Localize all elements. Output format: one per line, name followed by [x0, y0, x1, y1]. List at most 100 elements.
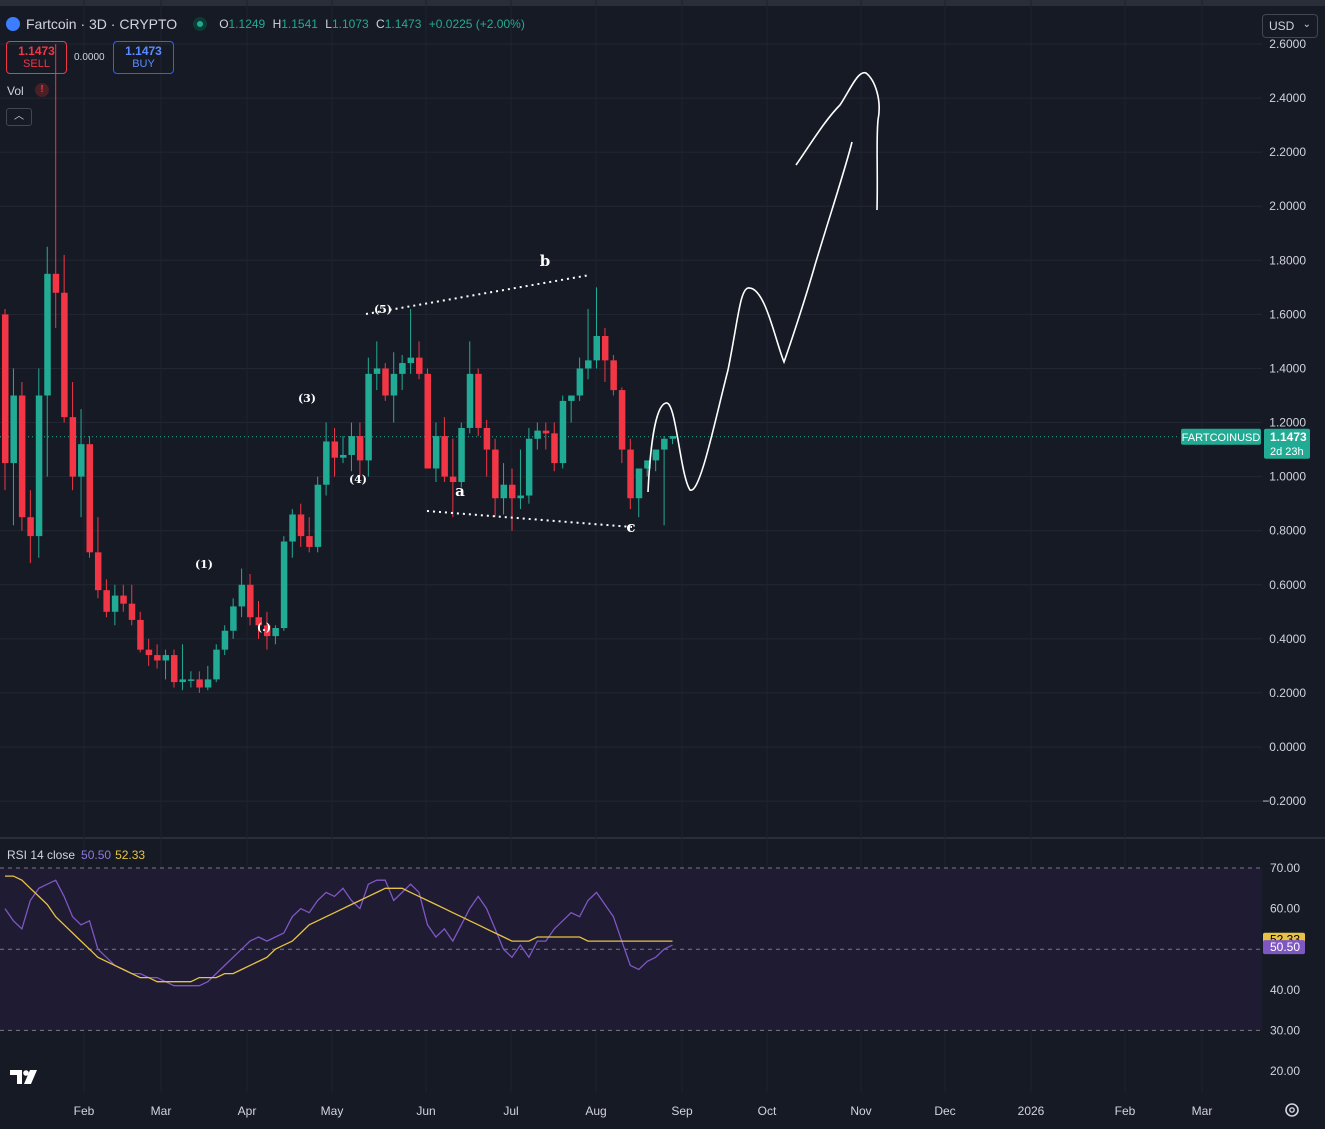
- candle: [559, 395, 567, 469]
- candle: [542, 422, 550, 450]
- rsi-tick-label: 20.00: [1270, 1064, 1300, 1078]
- candle: [204, 665, 212, 691]
- candle: [230, 598, 237, 639]
- wave-label: a: [455, 482, 465, 500]
- candle-body: [120, 595, 127, 604]
- currency-select[interactable]: USD ⌄: [1262, 14, 1318, 38]
- candle-body: [652, 449, 660, 461]
- candle-body: [52, 273, 60, 293]
- candle-body: [466, 373, 474, 428]
- candle: [94, 517, 102, 599]
- price-tick-label: 0.0000: [1269, 740, 1306, 754]
- symbol-legend[interactable]: Fartcoin · 3D · CRYPTO O1.1249 H1.1541 L…: [6, 16, 529, 32]
- bar-countdown-label: 2d 23h: [1270, 446, 1304, 458]
- candle: [86, 436, 93, 558]
- price-tick-label: 1.4000: [1269, 361, 1306, 375]
- candle: [509, 468, 516, 531]
- candle: [407, 308, 415, 374]
- candle-body: [331, 441, 339, 458]
- wave-label: b: [540, 252, 551, 270]
- candle-body: [10, 395, 17, 464]
- candle-body: [424, 373, 431, 469]
- symbol-title[interactable]: Fartcoin · 3D · CRYPTO: [26, 16, 177, 32]
- gear-icon[interactable]: [1284, 1102, 1300, 1118]
- candle-body: [111, 595, 119, 612]
- candle: [669, 436, 677, 445]
- candle-body: [407, 357, 415, 364]
- candle-body: [661, 438, 668, 450]
- candle: [340, 436, 347, 464]
- candle-body: [238, 584, 246, 607]
- candle-body: [348, 436, 355, 455]
- market-status-icon[interactable]: [193, 17, 208, 31]
- wave-labels: (1) (.) (3) (4) (5) a b c: [195, 252, 636, 634]
- candle: [27, 490, 34, 564]
- candle-body: [272, 628, 279, 637]
- volume-label[interactable]: Vol: [7, 84, 24, 98]
- buy-button[interactable]: 1.1473 BUY: [113, 41, 174, 74]
- time-tick-label: Mar: [151, 1104, 172, 1118]
- candle: [111, 584, 119, 626]
- time-tick-label: Jun: [416, 1104, 435, 1118]
- candle: [348, 422, 355, 472]
- candle: [69, 381, 77, 491]
- candle-body: [2, 314, 9, 464]
- candle: [517, 449, 524, 510]
- candle-body: [669, 436, 677, 439]
- candle-body: [297, 514, 305, 537]
- projection-path: [647, 141, 853, 493]
- candle: [618, 387, 626, 464]
- time-tick-label: Dec: [934, 1104, 955, 1118]
- candle: [627, 438, 634, 510]
- candle-body: [534, 430, 541, 439]
- candle-body: [525, 438, 533, 496]
- candle-body: [289, 514, 296, 542]
- candle: [441, 417, 448, 483]
- candle-body: [492, 449, 499, 499]
- candle-body: [230, 606, 237, 631]
- time-tick-label: Feb: [74, 1104, 95, 1118]
- candle: [18, 381, 26, 531]
- rsi-legend[interactable]: RSI 14 close 50.50 52.33: [7, 848, 145, 862]
- collapse-chevron-icon[interactable]: ︿: [6, 108, 32, 126]
- chart-canvas[interactable]: (1) (.) (3) (4) (5) a b c 2.6000 2.4000 2.2000 2.0…: [0, 0, 1325, 1129]
- candle-body: [162, 655, 170, 661]
- price-tick-label: 2.4000: [1269, 91, 1306, 105]
- candle-body: [601, 336, 609, 361]
- candle-body: [635, 468, 643, 499]
- candle: [289, 509, 296, 558]
- price-tick-label: 1.0000: [1269, 470, 1306, 484]
- rsi-axis: 70.0060.0050.0040.0030.0020.0052.3350.50: [1263, 861, 1305, 1078]
- candle-body: [18, 395, 26, 518]
- candle-body: [213, 649, 220, 680]
- wave-label: (4): [349, 473, 367, 486]
- candle: [382, 363, 389, 401]
- candle-body: [306, 536, 313, 547]
- candle: [120, 584, 127, 612]
- candle-body: [86, 444, 93, 553]
- time-tick-label: Oct: [758, 1104, 777, 1118]
- candle: [500, 463, 508, 515]
- warning-icon[interactable]: !: [35, 83, 49, 97]
- price-tick-label: 1.6000: [1269, 307, 1306, 321]
- candle-body: [27, 517, 34, 537]
- candle: [221, 625, 229, 656]
- candle-body: [382, 368, 389, 396]
- sell-button[interactable]: 1.1473 SELL: [6, 41, 67, 74]
- price-tick-label: 0.6000: [1269, 578, 1306, 592]
- price-tick-label: 0.4000: [1269, 632, 1306, 646]
- candle: [171, 649, 178, 688]
- candle-body: [94, 552, 102, 591]
- candle-body: [128, 603, 136, 620]
- time-tick-label: May: [321, 1104, 344, 1118]
- time-tick-label: Mar: [1192, 1104, 1213, 1118]
- chevron-down-icon: ⌄: [1302, 19, 1311, 30]
- candle-body: [416, 357, 423, 374]
- wave-label: (.): [257, 621, 271, 634]
- rsi-tick-label: 30.00: [1270, 1023, 1300, 1037]
- candle: [365, 357, 372, 477]
- tradingview-logo-icon[interactable]: [10, 1066, 42, 1086]
- candle-body: [78, 444, 85, 477]
- candle-body: [44, 273, 51, 396]
- candle: [247, 573, 254, 626]
